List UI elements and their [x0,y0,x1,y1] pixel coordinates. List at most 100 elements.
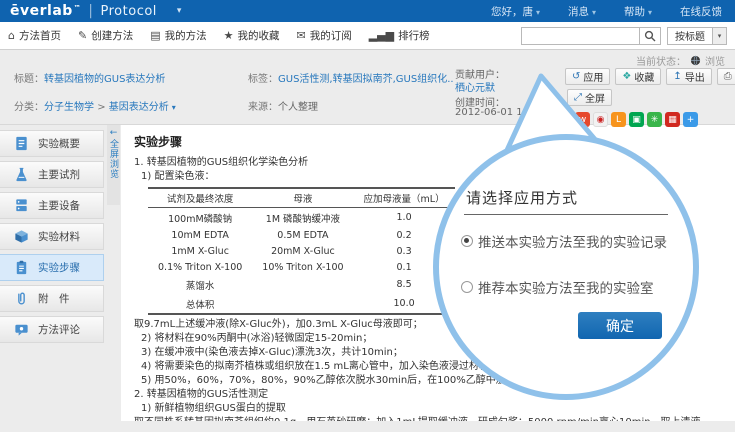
table-header: 试剂及最终浓度 [148,188,252,208]
logo-divider: | [88,3,93,19]
table-cell [252,294,353,314]
sidebar-item-label: 方法评论 [38,322,80,337]
fullscreen-browse-label: 全屏浏览 [107,139,120,179]
user-menu[interactable]: 您好，唐▾ [491,4,540,19]
table-cell: 10.0 [354,294,455,314]
table-cell: 总体积 [148,294,252,314]
method-title[interactable]: 转基因植物的GUS表达分析 [44,74,165,85]
table-cell [252,275,353,294]
radio-label: 推送本实验方法至我的实验记录 [478,231,667,251]
protocol-line: 4) 将需要染色的拟南芥植株或组织放在1.5 mL离心管中，加入染色液浸过材料抽… [134,360,735,374]
table-cell: 20mM X-Gluc [252,243,353,259]
category-link[interactable]: 基因表达分析 [109,102,169,113]
nav-items: ⌂方法首页 ✎创建方法 ▤我的方法 ★我的收藏 ✉我的订阅 ▂▄▆ 排行榜 [8,28,430,43]
sidebar-item-overview[interactable]: 实验概要 [0,130,104,157]
nav-item[interactable]: ▂▄▆ 排行榜 [369,28,430,43]
bar-chart-icon: ▂▄▆ [369,30,394,41]
share-icon[interactable]: f [557,112,572,127]
share-icon[interactable]: w [575,112,590,127]
messages-menu[interactable]: 消息▾ [568,4,596,19]
chevron-down-icon: ▾ [712,28,726,44]
feedback-link[interactable]: 在线反馈 [680,4,725,19]
step-1-title: 1) 配置染色液： [134,170,735,184]
radio-button-icon[interactable] [461,235,473,247]
protocol-line: 5) 用50%，60%，70%，80%，90%乙醇依次脱水30min后，在100… [134,374,735,388]
tags-value[interactable]: GUS活性测,转基因拟南芥,GUS组织化.. [278,74,454,85]
share-icon[interactable]: ▣ [629,112,644,127]
my-methods-icon: ▤ [150,30,160,41]
search-button[interactable] [639,27,661,45]
help-menu[interactable]: 帮助▾ [624,4,652,19]
comment-icon [13,321,30,338]
sidebar-item-comments[interactable]: 方法评论 [0,316,104,343]
action-button[interactable]: ❖收藏 [615,68,661,85]
fullscreen-browse-tab[interactable]: ← 全屏浏览 [107,125,120,205]
logo-trademark: ™ [74,4,82,12]
contributor-link[interactable]: 栖心元默 [455,79,495,94]
fullscreen-button[interactable]: ⤢全屏 [567,89,612,106]
sidebar-item-materials[interactable]: 实验材料 [0,223,104,250]
confirm-button[interactable]: 确定 [578,312,662,339]
sidebar-item-reagents[interactable]: 主要试剂 [0,161,104,188]
radio-push-to-records[interactable]: 推送本实验方法至我的实验记录 [461,231,667,251]
radio-recommend-to-lab[interactable]: 推荐本实验方法至我的实验室 [461,277,654,297]
table-cell: 100mM磷酸钠 [148,208,252,228]
search-area: 按标题 ▾ [521,27,727,45]
box-icon [13,228,30,245]
share-icon[interactable]: ✳ [647,112,662,127]
sidebar-item-label: 附 件 [38,291,70,306]
table-row: 总体积 10.0 [148,294,455,314]
fullscreen-icon: ⤢ [574,93,582,103]
sidebar-item-attachments[interactable]: 附 件 [0,285,104,312]
table-header: 应加母液量（mL） [354,188,455,208]
action-button[interactable]: ↥导出 [666,68,711,85]
chevron-down-icon: ▾ [536,8,540,17]
search-filter-value: 按标题 [668,28,712,43]
nav-item[interactable]: ✉我的订阅 [296,28,351,43]
table-cell: 蒸馏水 [148,275,252,294]
logo-text: ēverlab [10,3,73,19]
action-button[interactable]: ⎙打印 [717,68,735,85]
table-header-row: 试剂及最终浓度 母液 应加母液量（mL） [148,188,455,208]
nav-item[interactable]: ✎创建方法 [78,28,133,43]
share-icon[interactable]: L [611,112,626,127]
nav-item-label: 方法首页 [19,28,61,43]
table-row: 1mM X-Gluc 20mM X-Gluc 0.3 [148,243,455,259]
staining-solution-table: 试剂及最终浓度 母液 应加母液量（mL） 100mM磷酸钠 1M 磷酸钠缓冲液 … [148,187,455,315]
share-icon[interactable]: ◉ [593,112,608,127]
table-row: 100mM磷酸钠 1M 磷酸钠缓冲液 1.0 [148,208,455,228]
protocol-line: 3) 在缓冲液中(染色液去掉X-Gluc)漂洗3次，共计10min； [134,346,735,360]
category-link[interactable]: 分子生物学 [44,102,94,113]
nav-item[interactable]: ★我的收藏 [224,28,280,43]
sidebar-item-label: 实验材料 [38,229,80,244]
search-filter-select[interactable]: 按标题 ▾ [667,27,727,45]
chevron-down-icon: ▾ [172,103,176,112]
share-icon[interactable]: + [683,112,698,127]
sidebar-item-steps[interactable]: 实验步骤 [0,254,104,281]
sidebar-item-label: 主要试剂 [38,167,80,182]
action-button-label: 收藏 [634,69,654,84]
table-cell: 0.2 [354,227,455,243]
table-cell: 8.5 [354,275,455,294]
created-value: 2012-06-01 16:28:21 [455,107,561,118]
tags-label: 标签： [248,74,278,85]
table-cell: 0.1% Triton X-100 [148,259,252,275]
sidebar-item-equipment[interactable]: 主要设备 [0,192,104,219]
nav-item-label: 排行榜 [398,28,430,43]
product-dropdown-icon[interactable]: ▾ [177,6,182,16]
nav-item[interactable]: ▤我的方法 [150,28,206,43]
source-value: 个人整理 [278,102,318,113]
radio-button-icon[interactable] [461,281,473,293]
table-cell: 10mM EDTA [148,227,252,243]
share-icon[interactable]: ▦ [665,112,680,127]
action-button[interactable]: ↺应用 [565,68,610,85]
flask-icon [13,166,30,183]
search-input[interactable] [521,27,639,45]
table-header: 母液 [252,188,353,208]
app-logo: ēverlab™ | Protocol [10,3,157,19]
table-cell: 0.5M EDTA [252,227,353,243]
nav-item[interactable]: ⌂方法首页 [8,28,61,43]
action-button-label: 导出 [685,69,705,84]
fullscreen-label: 全屏 [585,90,605,105]
chevron-down-icon: ▾ [592,8,596,17]
